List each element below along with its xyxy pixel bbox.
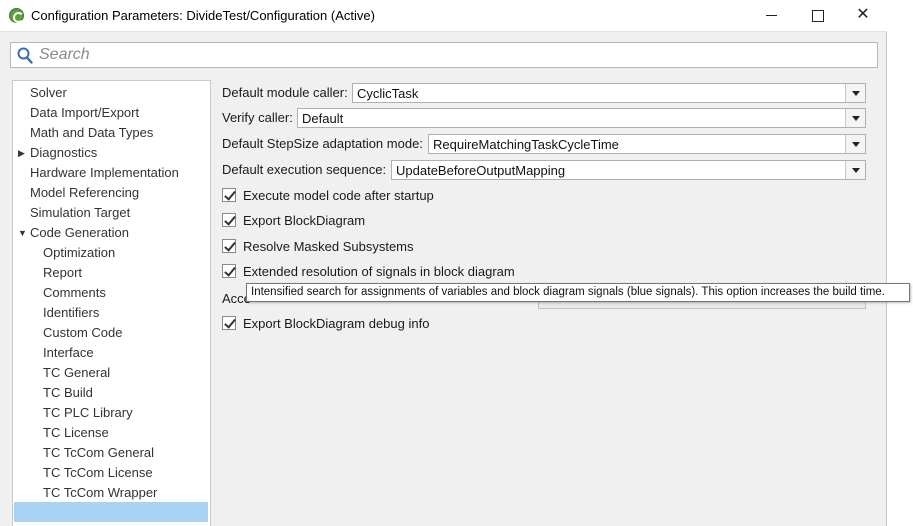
desktop-background xyxy=(887,0,913,526)
tree-item[interactable]: TC General xyxy=(43,363,110,383)
title-bar: Configuration Parameters: DivideTest/Con… xyxy=(0,0,887,32)
exec-sequence-combo[interactable]: UpdateBeforeOutputMapping xyxy=(391,160,866,180)
verify-caller-combo[interactable]: Default xyxy=(297,108,866,128)
export-blockdiagram-label: Export BlockDiagram xyxy=(243,213,366,228)
tree-item[interactable]: TC TcCom Wrapper xyxy=(43,483,157,503)
tree-item[interactable]: TC TcCom General xyxy=(43,443,154,463)
tree-item[interactable]: Simulation Target xyxy=(30,203,130,223)
extended-resolution-checkbox[interactable] xyxy=(222,264,236,278)
module-caller-label: Default module caller: xyxy=(222,85,348,100)
tree-item[interactable]: Code Generation xyxy=(30,223,129,243)
export-blockdiagram-checkbox[interactable] xyxy=(222,213,236,227)
search-box[interactable] xyxy=(10,42,878,68)
chevron-down-icon[interactable] xyxy=(845,109,865,127)
search-input[interactable] xyxy=(39,45,869,65)
close-button[interactable]: ✕ xyxy=(840,0,886,32)
expand-arrow-icon[interactable]: ▶ xyxy=(18,143,25,163)
resolve-masked-checkbox[interactable] xyxy=(222,239,236,253)
tree-item[interactable]: TC PLC Library xyxy=(43,403,133,423)
tree-item[interactable]: Comments xyxy=(43,283,106,303)
stepsize-mode-label: Default StepSize adaptation mode: xyxy=(222,136,423,151)
stepsize-mode-value: RequireMatchingTaskCycleTime xyxy=(433,137,619,152)
tree-item[interactable]: Solver xyxy=(30,83,67,103)
tree-item[interactable]: TC License xyxy=(43,423,109,443)
minimize-button[interactable] xyxy=(748,0,794,32)
tree-item[interactable]: TC TcCom License xyxy=(43,463,153,483)
tree-item[interactable]: Interface xyxy=(43,343,94,363)
debug-info-checkbox[interactable] xyxy=(222,316,236,330)
execute-after-startup-label: Execute model code after startup xyxy=(243,188,434,203)
chevron-down-icon[interactable] xyxy=(845,84,865,102)
tree-item[interactable]: Identifiers xyxy=(43,303,99,323)
chevron-down-icon[interactable] xyxy=(845,161,865,179)
tree-item[interactable]: TC Build xyxy=(43,383,93,403)
resolve-masked-label: Resolve Masked Subsystems xyxy=(243,239,414,254)
tree-item[interactable]: Custom Code xyxy=(43,323,122,343)
tree-selection-highlight xyxy=(14,502,208,522)
module-caller-combo[interactable]: CyclicTask xyxy=(352,83,866,103)
chevron-down-icon[interactable] xyxy=(845,135,865,153)
debug-info-label: Export BlockDiagram debug info xyxy=(243,316,430,331)
maximize-button[interactable] xyxy=(794,0,840,32)
verify-caller-label: Verify caller: xyxy=(222,110,293,125)
tree-item[interactable]: Diagnostics xyxy=(30,143,97,163)
tree-item[interactable]: Optimization xyxy=(43,243,115,263)
config-parameters-window: Configuration Parameters: DivideTest/Con… xyxy=(0,0,887,526)
tooltip: Intensified search for assignments of va… xyxy=(246,283,910,302)
tree-item[interactable]: Data Import/Export xyxy=(30,103,139,123)
extended-resolution-label: Extended resolution of signals in block … xyxy=(243,264,515,279)
execute-after-startup-checkbox[interactable] xyxy=(222,188,236,202)
category-tree: Solver Data Import/Export Math and Data Ty… xyxy=(12,80,211,526)
tree-item[interactable]: Report xyxy=(43,263,82,283)
matlab-app-icon xyxy=(9,8,24,23)
search-icon xyxy=(17,47,33,64)
stepsize-mode-combo[interactable]: RequireMatchingTaskCycleTime xyxy=(428,134,866,154)
tree-item[interactable]: Hardware Implementation xyxy=(30,163,179,183)
exec-sequence-value: UpdateBeforeOutputMapping xyxy=(396,163,566,178)
verify-caller-value: Default xyxy=(302,111,344,126)
exec-sequence-label: Default execution sequence: xyxy=(222,162,387,177)
collapse-arrow-icon[interactable]: ▼ xyxy=(18,223,27,243)
module-caller-value: CyclicTask xyxy=(357,86,419,101)
tree-item[interactable]: Model Referencing xyxy=(30,183,139,203)
tree-item[interactable]: Math and Data Types xyxy=(30,123,153,143)
window-title: Configuration Parameters: DivideTest/Con… xyxy=(31,8,375,23)
